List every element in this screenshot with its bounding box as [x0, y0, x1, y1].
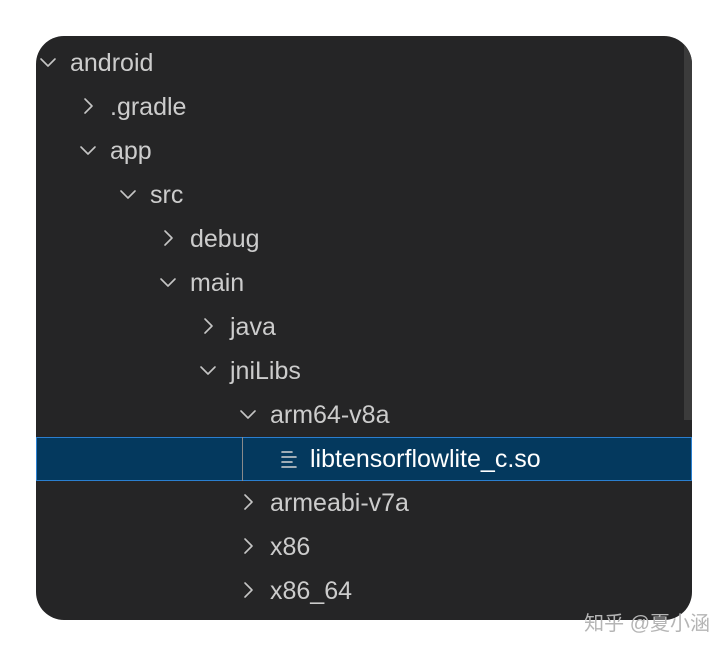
tree-item-label: java	[230, 313, 276, 341]
chevron-down-icon[interactable]	[158, 272, 178, 292]
tree-item-label: jniLibs	[230, 357, 301, 385]
chevron-down-icon[interactable]	[78, 140, 98, 160]
indent-guide	[242, 437, 243, 481]
file-tree: android .gradle app src debug main java jniLibs…	[36, 41, 692, 613]
tree-item-label: app	[110, 137, 152, 165]
tree-item-label: armeabi-v7a	[270, 489, 409, 517]
chevron-down-icon[interactable]	[238, 404, 258, 424]
chevron-down-icon[interactable]	[198, 360, 218, 380]
chevron-right-icon[interactable]	[198, 316, 218, 336]
chevron-right-icon[interactable]	[238, 536, 258, 556]
tree-item-label: android	[70, 49, 154, 77]
tree-folder-main[interactable]: main	[36, 261, 692, 305]
chevron-right-icon[interactable]	[78, 96, 98, 116]
chevron-down-icon[interactable]	[38, 52, 58, 72]
tree-folder-x86[interactable]: x86	[36, 525, 692, 569]
tree-item-label: x86_64	[270, 577, 353, 605]
tree-folder-android[interactable]: android	[36, 41, 692, 85]
tree-folder-java[interactable]: java	[36, 305, 692, 349]
tree-folder-gradle[interactable]: .gradle	[36, 85, 692, 129]
tree-file-libtensorflowlite-c-so[interactable]: libtensorflowlite_c.so	[36, 437, 692, 481]
tree-folder-jnilibs[interactable]: jniLibs	[36, 349, 692, 393]
tree-folder-armeabi-v7a[interactable]: armeabi-v7a	[36, 481, 692, 525]
chevron-right-icon[interactable]	[238, 580, 258, 600]
tree-item-label: src	[150, 181, 184, 209]
chevron-right-icon[interactable]	[158, 228, 178, 248]
file-lines-icon	[280, 449, 300, 469]
chevron-right-icon[interactable]	[238, 492, 258, 512]
file-explorer-panel: android .gradle app src debug main java jniLibs…	[36, 36, 692, 620]
tree-folder-app[interactable]: app	[36, 129, 692, 173]
tree-item-label: .gradle	[110, 93, 187, 121]
tree-folder-src[interactable]: src	[36, 173, 692, 217]
tree-item-label: arm64-v8a	[270, 401, 390, 429]
tree-item-label: x86	[270, 533, 311, 561]
tree-folder-arm64-v8a[interactable]: arm64-v8a	[36, 393, 692, 437]
watermark: 知乎 @夏小涵	[584, 613, 710, 635]
tree-item-label: debug	[190, 225, 260, 253]
tree-folder-debug[interactable]: debug	[36, 217, 692, 261]
scrollbar[interactable]	[684, 36, 692, 420]
tree-item-label: main	[190, 269, 245, 297]
tree-item-label: libtensorflowlite_c.so	[310, 445, 541, 473]
chevron-down-icon[interactable]	[118, 184, 138, 204]
